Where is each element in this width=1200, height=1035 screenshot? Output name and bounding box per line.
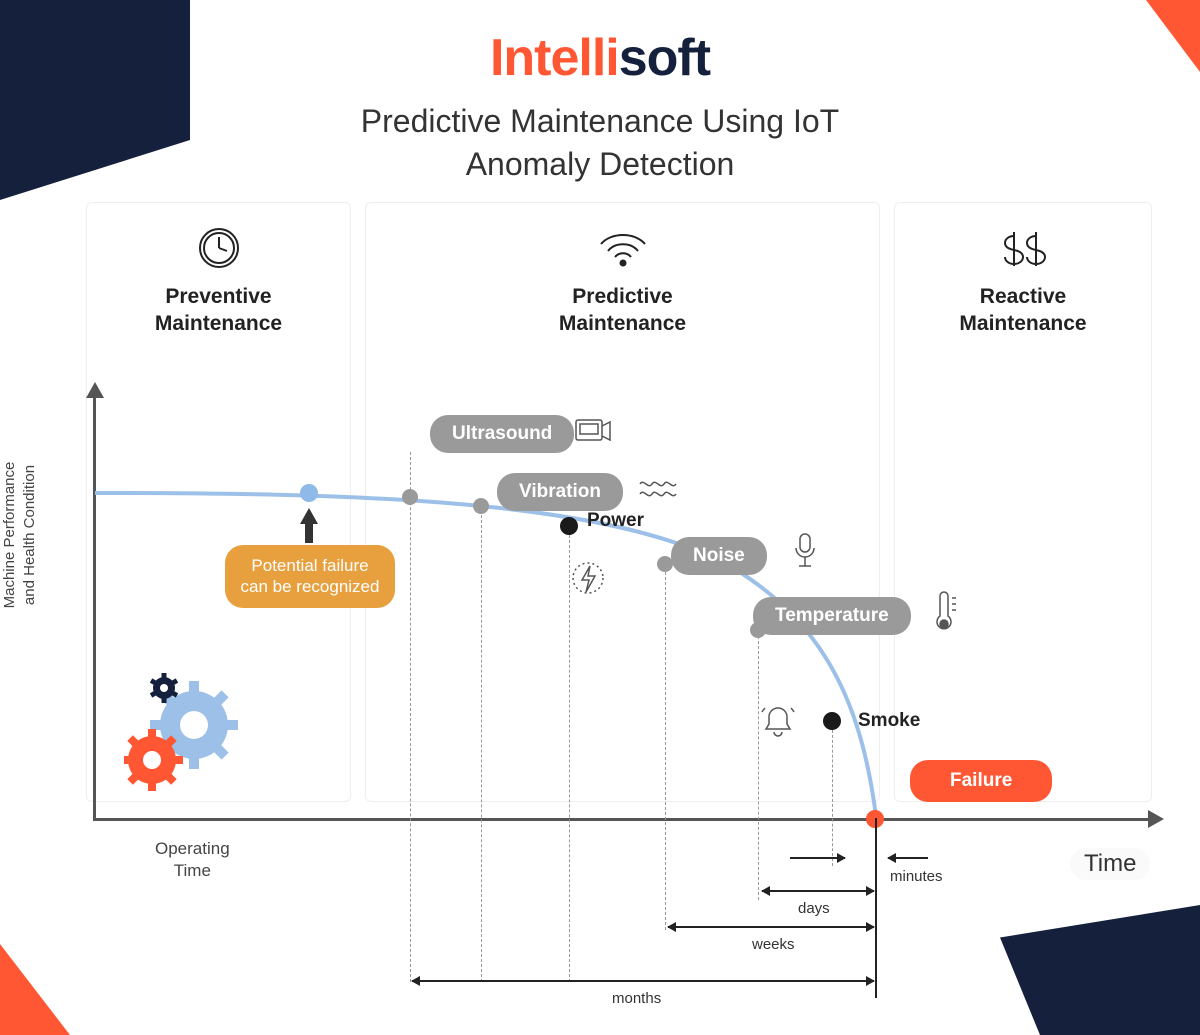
- clock-icon: [87, 221, 350, 275]
- arrow-days: [762, 890, 874, 892]
- logo-part-1: Intelli: [490, 29, 619, 87]
- arrow-minutes-left: [790, 857, 845, 859]
- pill-vibration: Vibration: [497, 473, 623, 511]
- arrow-minutes-right: [888, 857, 928, 859]
- pill-ultrasound: Ultrasound: [430, 415, 574, 453]
- arrow-months: [412, 980, 874, 982]
- pill-noise: Noise: [671, 537, 767, 575]
- alarm-bell-icon: [757, 700, 799, 747]
- label-months: months: [612, 990, 661, 1007]
- label-days: days: [798, 900, 830, 917]
- failure-vertical-line: [875, 818, 877, 998]
- page-title: Predictive Maintenance Using IoT Anomaly…: [0, 100, 1200, 186]
- pill-temperature: Temperature: [753, 597, 911, 635]
- title-line-2: Anomaly Detection: [0, 143, 1200, 186]
- dashline-vibration: [481, 510, 482, 982]
- panel-preventive-line1: Preventive: [87, 283, 350, 310]
- ultrasound-device-icon: [572, 412, 614, 455]
- dot-potential-failure: [300, 484, 318, 502]
- corner-bottom-left: [0, 895, 140, 1035]
- dashline-smoke: [832, 730, 833, 866]
- title-line-1: Predictive Maintenance Using IoT: [0, 100, 1200, 143]
- power-bolt-icon: [570, 558, 606, 603]
- dashline-ultrasound: [410, 452, 411, 982]
- vibration-waves-icon: [638, 478, 686, 509]
- x-axis-label: OperatingTime: [155, 838, 230, 882]
- dashline-temperature: [758, 636, 759, 900]
- thermometer-icon: [928, 590, 958, 641]
- panel-reactive-line2: Maintenance: [895, 310, 1151, 337]
- money-icon: [895, 221, 1151, 275]
- label-minutes: minutes: [890, 868, 943, 885]
- dashline-noise: [665, 572, 666, 930]
- y-axis-label: Machine Performance and Health Condition: [0, 455, 41, 615]
- label-power: Power: [587, 510, 644, 532]
- corner-bottom-right: [1000, 905, 1200, 1035]
- panel-reactive-line1: Reactive: [895, 283, 1151, 310]
- pill-failure: Failure: [910, 760, 1052, 802]
- arrow-weeks: [668, 926, 874, 928]
- wifi-icon: [366, 221, 879, 275]
- dot-power: [560, 517, 578, 535]
- logo-part-2: soft: [619, 29, 710, 87]
- panel-predictive-line1: Predictive: [366, 283, 879, 310]
- callout-potential-failure: Potential failure can be recognized: [225, 545, 395, 608]
- time-label: Time: [1070, 848, 1150, 880]
- label-smoke: Smoke: [858, 710, 920, 732]
- brand-logo: Intellisoft: [490, 28, 710, 88]
- panel-predictive-line2: Maintenance: [366, 310, 879, 337]
- dashline-power: [569, 535, 570, 982]
- x-axis-label-text: OperatingTime: [155, 838, 230, 882]
- gears-icon: [124, 670, 264, 805]
- dot-smoke: [823, 712, 841, 730]
- panel-preventive-line2: Maintenance: [87, 310, 350, 337]
- arrow-up-icon: [300, 508, 318, 524]
- microphone-icon: [790, 530, 820, 577]
- label-weeks: weeks: [752, 936, 795, 953]
